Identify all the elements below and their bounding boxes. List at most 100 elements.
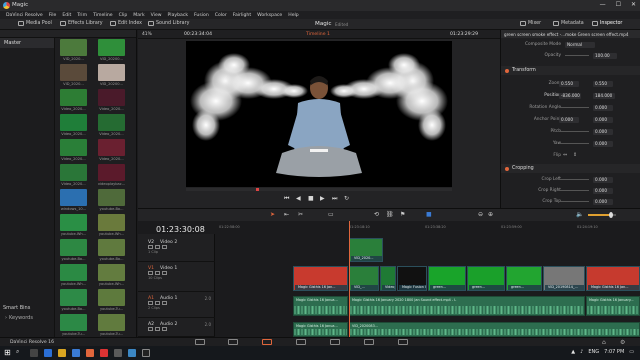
davinci-resolve-taskbar-icon[interactable] (142, 349, 150, 357)
yaw-field[interactable]: 0.000 (593, 140, 613, 147)
crop-right-slider[interactable] (559, 190, 589, 191)
solo-icon[interactable] (155, 327, 160, 331)
menu-workspace[interactable]: Workspace (257, 13, 282, 18)
pitch-field[interactable]: 0.000 (593, 128, 613, 135)
master-volume-slider[interactable] (588, 212, 616, 218)
position-y-field[interactable]: 184.000 (593, 92, 615, 99)
task-view-icon[interactable] (30, 349, 38, 357)
edit-index-button[interactable]: Edit Index (110, 21, 142, 26)
flip-vertical-icon[interactable]: ⇕ (573, 152, 577, 158)
home-icon[interactable]: ⌂ (602, 339, 606, 346)
minimize-button[interactable]: — (600, 1, 606, 8)
track-header-v1[interactable]: V1 Video 1 10 Clips (138, 264, 215, 292)
auto-select-icon[interactable] (155, 245, 160, 249)
fairlight-page-icon[interactable] (364, 339, 374, 345)
composite-mode-select[interactable]: Normal (565, 41, 595, 48)
anchor-x-field[interactable]: 0.000 (559, 116, 579, 123)
stop-icon[interactable]: ■ (308, 195, 314, 202)
media-pool-clip[interactable]: youtube-Wh... (95, 214, 128, 241)
volume-icon[interactable]: 🔈 (576, 211, 583, 218)
media-pool-clip[interactable]: youtube-Bo... (95, 239, 128, 266)
clock[interactable]: 7:07 PM (604, 349, 624, 355)
menu-view[interactable]: View (151, 13, 162, 18)
anchor-y-field[interactable]: 0.000 (593, 116, 613, 123)
timeline-clip[interactable]: VID_... (349, 266, 379, 291)
play-icon[interactable]: ▶ (320, 195, 325, 202)
media-pool-clip[interactable]: Video_2020... (57, 114, 90, 141)
lock-icon[interactable] (148, 301, 153, 305)
go-to-start-icon[interactable]: ⏮ (284, 195, 289, 203)
menu-clip[interactable]: Clip (119, 13, 128, 18)
crop-right-field[interactable]: 0.000 (593, 187, 613, 194)
timeline-clip[interactable]: Magic Fusion 01... (397, 266, 427, 291)
smart-bins-label[interactable]: Smart Bins (3, 305, 30, 311)
mixer-button[interactable]: Mixer (520, 21, 541, 26)
app-icon[interactable] (114, 349, 122, 357)
viewer-zoom[interactable]: 41% (142, 32, 152, 37)
edit-page-icon[interactable] (262, 339, 272, 345)
cut-page-icon[interactable] (228, 339, 238, 345)
opacity-field[interactable]: 100.00 (593, 52, 617, 59)
menu-fairlight[interactable]: Fairlight (233, 13, 251, 18)
audio-clip[interactable]: Magic Gisthis 16 January 2020 1800 Jan S… (349, 296, 585, 316)
media-pool-clip[interactable]: Video_2020... (95, 89, 128, 116)
media-app-icon[interactable] (86, 349, 94, 357)
track-header-a2[interactable]: A2 Audio 2 2.0 (138, 320, 215, 337)
inspector-button[interactable]: Inspector (592, 21, 622, 26)
keywords-bin[interactable]: › Keywords (5, 315, 33, 321)
menu-file[interactable]: File (49, 13, 57, 18)
close-button[interactable]: ✕ (631, 1, 636, 8)
opacity-slider[interactable] (565, 55, 589, 56)
media-pool-clip[interactable]: Video_2020... (95, 114, 128, 141)
solo-icon[interactable] (155, 301, 160, 305)
zoom-out-icon[interactable]: ⊖ (478, 211, 483, 218)
crop-left-slider[interactable] (559, 179, 589, 180)
media-pool-clip[interactable]: Video_2020... (57, 139, 90, 166)
media-pool-clip[interactable]: VID_20200... (95, 64, 128, 91)
menu-fusion[interactable]: Fusion (194, 13, 209, 18)
mute-icon[interactable] (162, 301, 167, 305)
rotation-field[interactable]: 0.000 (593, 104, 613, 111)
store-icon[interactable] (72, 349, 80, 357)
timeline-clip[interactable]: Magic Gisthis 16 Jan... (586, 266, 640, 291)
timeline-clip[interactable]: Magic Gisthis 16 Jan... (293, 266, 348, 291)
media-pool-clip[interactable]: videoplaybac... (95, 164, 128, 191)
lock-icon[interactable] (148, 271, 153, 275)
auto-select-icon[interactable] (155, 271, 160, 275)
media-pool-clip[interactable]: VID_2020... (57, 64, 90, 91)
loop-icon[interactable]: ↻ (344, 195, 349, 202)
video-frame[interactable] (186, 41, 452, 187)
insert-clip-icon[interactable]: ▭ (328, 211, 334, 218)
maximize-button[interactable]: ☐ (616, 1, 621, 8)
media-pool-button[interactable]: Media Pool (18, 21, 52, 26)
timeline-selector[interactable]: Timeline 1 (306, 32, 330, 37)
timeline-clip[interactable]: VID_2020... (349, 238, 383, 262)
media-pool-clip[interactable]: VID_20200... (95, 39, 128, 66)
zoom-in-icon[interactable]: ⊕ (488, 211, 493, 218)
transform-section[interactable]: Transform (501, 66, 640, 75)
audio-clip[interactable]: VID_2020083... (349, 322, 640, 337)
lock-icon[interactable] (148, 327, 153, 331)
zoom-x-field[interactable]: 0.550 (559, 80, 579, 87)
media-pool-clip[interactable]: youtube-Wh... (57, 264, 90, 291)
notifications-icon[interactable]: ▭ (629, 349, 634, 355)
yaw-slider[interactable] (559, 143, 589, 144)
media-pool-clip[interactable]: Video_2020... (57, 164, 90, 191)
flag-icon[interactable]: ⚑ (400, 211, 405, 218)
timeline-clip[interactable]: green... (506, 266, 542, 291)
media-pool-clip[interactable]: youtube-Wh... (95, 264, 128, 291)
media-pool-clip[interactable]: Video_2020... (95, 139, 128, 166)
fusion-page-icon[interactable] (296, 339, 306, 345)
menu-mark[interactable]: Mark (133, 13, 144, 18)
timeline-ruler[interactable]: 01:22:58:00 01:23:18:10 01:23:38:20 01:2… (215, 225, 640, 233)
input-language[interactable]: ENG (588, 349, 599, 355)
transform-enabled-icon[interactable] (505, 68, 509, 73)
metadata-button[interactable]: Metadata (553, 21, 584, 26)
media-pool-clip[interactable]: windows_10... (57, 189, 90, 216)
position-x-field[interactable]: -836.000 (559, 92, 581, 99)
track-header-v2[interactable]: V2 Video 2 1 Clip (138, 238, 215, 262)
speaker-icon[interactable]: ♪ (580, 349, 583, 355)
audio-clip[interactable]: Magic Gisthis 16 Janua... (293, 322, 348, 337)
mute-icon[interactable] (162, 327, 167, 331)
windows-start-icon[interactable]: ⊞ (4, 348, 11, 357)
